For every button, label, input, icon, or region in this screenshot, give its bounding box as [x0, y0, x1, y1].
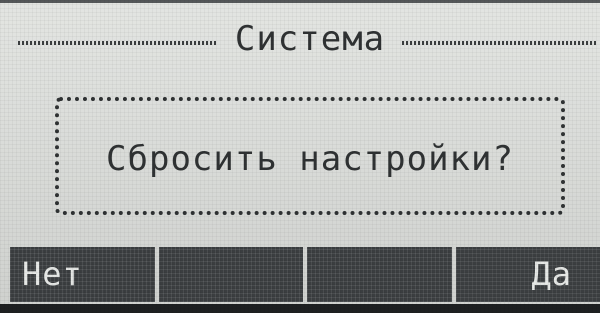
title-divider-left — [18, 41, 218, 45]
softkey-yes-button[interactable]: Да — [455, 247, 600, 302]
softkey-bar: Нет Да — [10, 247, 600, 302]
softkey-yes-label: Да — [531, 255, 572, 293]
lcd-screen: Система Сбросить настройки? Нет Да — [0, 0, 600, 313]
softkey-2-button[interactable] — [158, 247, 303, 302]
screen-title: Система — [234, 19, 386, 59]
title-divider-right — [402, 41, 596, 45]
bezel-bottom — [0, 304, 600, 313]
softkey-3-button[interactable] — [307, 247, 452, 302]
softkey-no-label: Нет — [22, 255, 83, 293]
softkey-no-button[interactable]: Нет — [10, 247, 155, 302]
dialog-message: Сбросить настройки? — [106, 139, 514, 179]
confirm-dialog: Сбросить настройки? — [55, 97, 565, 215]
